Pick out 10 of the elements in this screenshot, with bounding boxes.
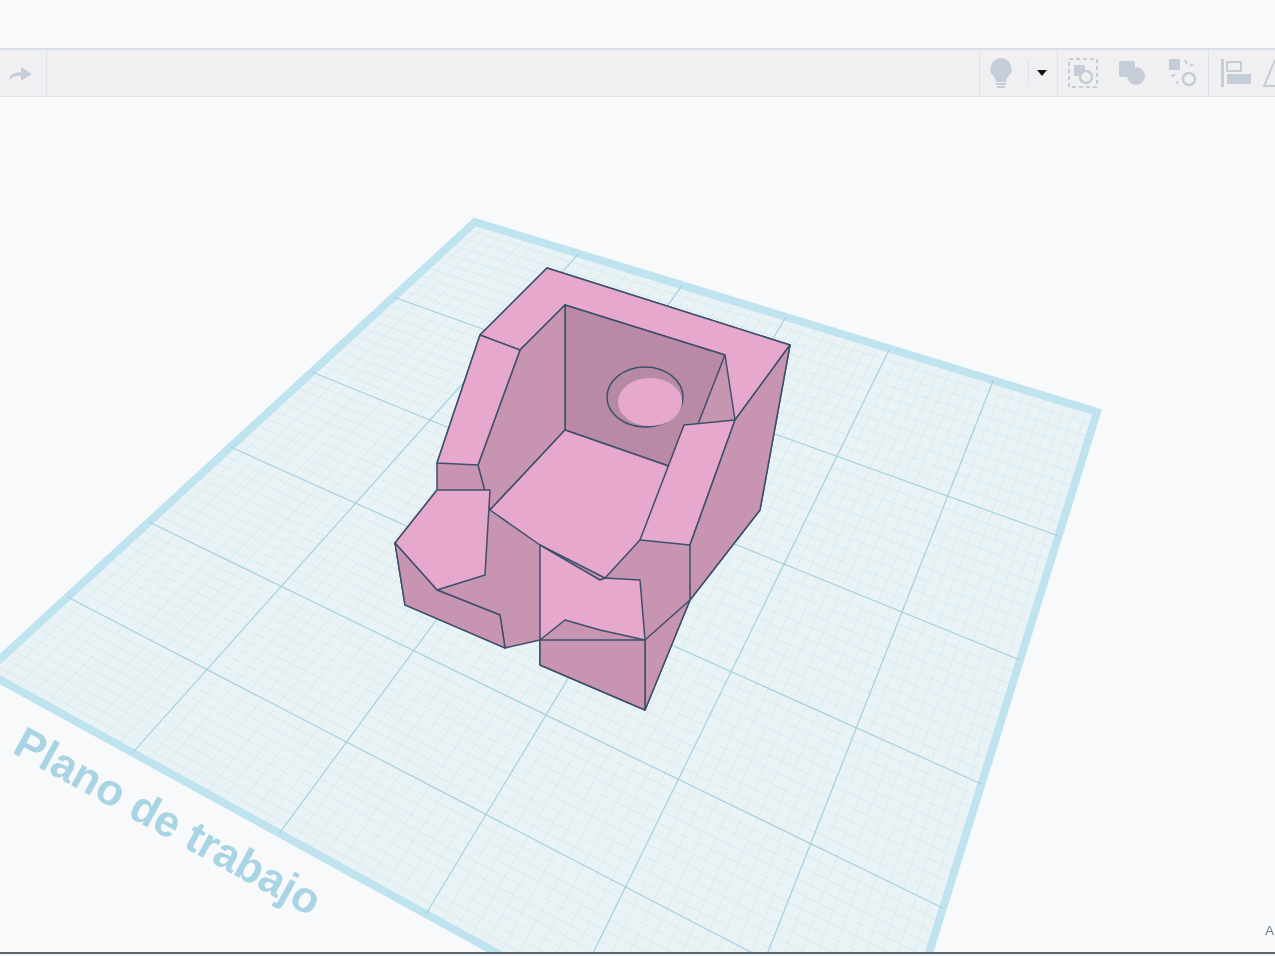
3d-model-drawing[interactable] bbox=[394, 267, 791, 711]
ungroup-icon[interactable] bbox=[1168, 58, 1198, 88]
corner-text: A bbox=[1265, 923, 1274, 938]
group-icon[interactable] bbox=[1068, 58, 1098, 88]
redo-icon[interactable] bbox=[6, 64, 34, 82]
mirror-icon[interactable] bbox=[1262, 59, 1275, 87]
caret-icon[interactable] bbox=[1037, 70, 1047, 76]
lightbulb-icon[interactable] bbox=[988, 57, 1014, 89]
union-icon[interactable] bbox=[1118, 60, 1146, 86]
align-icon[interactable] bbox=[1221, 59, 1251, 87]
